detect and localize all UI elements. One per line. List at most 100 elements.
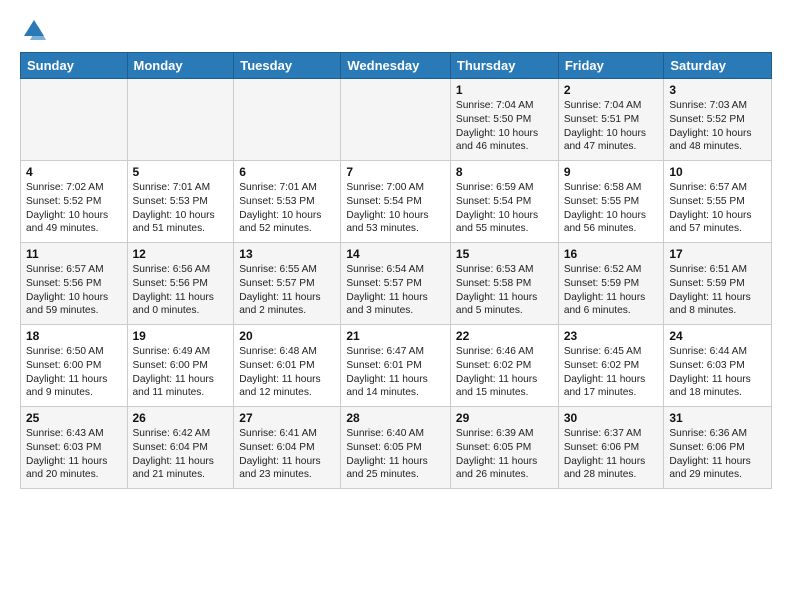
calendar-cell: 28 Sunrise: 6:40 AM Sunset: 6:05 PM Dayli… xyxy=(341,407,451,489)
page-header xyxy=(20,16,772,44)
day-info: Sunrise: 6:42 AM Sunset: 6:04 PM Dayligh… xyxy=(133,427,229,482)
day-number: 20 xyxy=(239,329,335,343)
week-row-2: 4Sunrise: 7:02 AM Sunset: 5:52 PM Daylig… xyxy=(21,161,772,243)
day-number: 2 xyxy=(564,83,659,97)
day-number: 10 xyxy=(669,165,766,179)
day-number: 1 xyxy=(456,83,553,97)
calendar-cell xyxy=(234,79,341,161)
day-info: Sunrise: 6:49 AM Sunset: 6:00 PM Dayligh… xyxy=(133,345,229,400)
calendar-cell: 15 Sunrise: 6:53 AM Sunset: 5:58 PM Dayli… xyxy=(450,243,558,325)
calendar-cell: 3Sunrise: 7:03 AM Sunset: 5:52 PM Daylig… xyxy=(664,79,772,161)
week-row-4: 18 Sunrise: 6:50 AM Sunset: 6:00 PM Dayli… xyxy=(21,325,772,407)
calendar-cell: 11 Sunrise: 6:57 AM Sunset: 5:56 PM Dayli… xyxy=(21,243,128,325)
day-number: 26 xyxy=(133,411,229,425)
calendar-cell xyxy=(21,79,128,161)
day-info: Sunrise: 6:48 AM Sunset: 6:01 PM Dayligh… xyxy=(239,345,335,400)
day-number: 19 xyxy=(133,329,229,343)
day-info: Sunrise: 6:45 AM Sunset: 6:02 PM Dayligh… xyxy=(564,345,659,400)
day-number: 27 xyxy=(239,411,335,425)
column-header-friday: Friday xyxy=(558,53,664,79)
day-info: Sunrise: 7:00 AM Sunset: 5:54 PM Dayligh… xyxy=(346,181,445,236)
calendar-cell: 8 Sunrise: 6:59 AM Sunset: 5:54 PM Daylig… xyxy=(450,161,558,243)
day-info: Sunrise: 6:46 AM Sunset: 6:02 PM Dayligh… xyxy=(456,345,553,400)
calendar-cell: 29 Sunrise: 6:39 AM Sunset: 6:05 PM Dayli… xyxy=(450,407,558,489)
calendar-cell: 18 Sunrise: 6:50 AM Sunset: 6:00 PM Dayli… xyxy=(21,325,128,407)
calendar-cell: 12 Sunrise: 6:56 AM Sunset: 5:56 PM Dayli… xyxy=(127,243,234,325)
calendar-cell: 26 Sunrise: 6:42 AM Sunset: 6:04 PM Dayli… xyxy=(127,407,234,489)
day-number: 13 xyxy=(239,247,335,261)
day-number: 8 xyxy=(456,165,553,179)
calendar-cell: 19 Sunrise: 6:49 AM Sunset: 6:00 PM Dayli… xyxy=(127,325,234,407)
day-number: 12 xyxy=(133,247,229,261)
day-info: Sunrise: 7:01 AM Sunset: 5:53 PM Dayligh… xyxy=(239,181,335,236)
day-number: 17 xyxy=(669,247,766,261)
day-info: Sunrise: 6:57 AM Sunset: 5:55 PM Dayligh… xyxy=(669,181,766,236)
day-info: Sunrise: 6:56 AM Sunset: 5:56 PM Dayligh… xyxy=(133,263,229,318)
calendar-cell: 9 Sunrise: 6:58 AM Sunset: 5:55 PM Daylig… xyxy=(558,161,664,243)
column-header-monday: Monday xyxy=(127,53,234,79)
day-info: Sunrise: 6:55 AM Sunset: 5:57 PM Dayligh… xyxy=(239,263,335,318)
calendar-cell: 25 Sunrise: 6:43 AM Sunset: 6:03 PM Dayli… xyxy=(21,407,128,489)
calendar-cell: 13 Sunrise: 6:55 AM Sunset: 5:57 PM Dayli… xyxy=(234,243,341,325)
day-info: Sunrise: 7:04 AM Sunset: 5:50 PM Dayligh… xyxy=(456,99,553,154)
calendar-cell xyxy=(341,79,451,161)
day-info: Sunrise: 6:50 AM Sunset: 6:00 PM Dayligh… xyxy=(26,345,122,400)
day-info: Sunrise: 6:52 AM Sunset: 5:59 PM Dayligh… xyxy=(564,263,659,318)
calendar-cell: 16 Sunrise: 6:52 AM Sunset: 5:59 PM Dayli… xyxy=(558,243,664,325)
column-header-saturday: Saturday xyxy=(664,53,772,79)
calendar-cell: 20 Sunrise: 6:48 AM Sunset: 6:01 PM Dayli… xyxy=(234,325,341,407)
logo-icon xyxy=(20,16,48,44)
calendar-cell: 22 Sunrise: 6:46 AM Sunset: 6:02 PM Dayli… xyxy=(450,325,558,407)
day-info: Sunrise: 7:01 AM Sunset: 5:53 PM Dayligh… xyxy=(133,181,229,236)
day-number: 7 xyxy=(346,165,445,179)
calendar-cell: 1 Sunrise: 7:04 AM Sunset: 5:50 PM Daylig… xyxy=(450,79,558,161)
week-row-3: 11 Sunrise: 6:57 AM Sunset: 5:56 PM Dayli… xyxy=(21,243,772,325)
calendar-cell: 14Sunrise: 6:54 AM Sunset: 5:57 PM Dayli… xyxy=(341,243,451,325)
day-info: Sunrise: 6:53 AM Sunset: 5:58 PM Dayligh… xyxy=(456,263,553,318)
day-number: 25 xyxy=(26,411,122,425)
day-info: Sunrise: 6:58 AM Sunset: 5:55 PM Dayligh… xyxy=(564,181,659,236)
logo xyxy=(20,16,52,44)
day-info: Sunrise: 6:39 AM Sunset: 6:05 PM Dayligh… xyxy=(456,427,553,482)
calendar-cell: 23 Sunrise: 6:45 AM Sunset: 6:02 PM Dayli… xyxy=(558,325,664,407)
day-number: 21 xyxy=(346,329,445,343)
column-header-thursday: Thursday xyxy=(450,53,558,79)
day-info: Sunrise: 6:59 AM Sunset: 5:54 PM Dayligh… xyxy=(456,181,553,236)
day-info: Sunrise: 7:04 AM Sunset: 5:51 PM Dayligh… xyxy=(564,99,659,154)
day-info: Sunrise: 6:47 AM Sunset: 6:01 PM Dayligh… xyxy=(346,345,445,400)
day-info: Sunrise: 6:57 AM Sunset: 5:56 PM Dayligh… xyxy=(26,263,122,318)
day-number: 4 xyxy=(26,165,122,179)
day-number: 22 xyxy=(456,329,553,343)
day-info: Sunrise: 6:51 AM Sunset: 5:59 PM Dayligh… xyxy=(669,263,766,318)
day-number: 14 xyxy=(346,247,445,261)
day-number: 18 xyxy=(26,329,122,343)
calendar-cell: 10 Sunrise: 6:57 AM Sunset: 5:55 PM Dayli… xyxy=(664,161,772,243)
day-info: Sunrise: 6:40 AM Sunset: 6:05 PM Dayligh… xyxy=(346,427,445,482)
calendar-cell: 21 Sunrise: 6:47 AM Sunset: 6:01 PM Dayli… xyxy=(341,325,451,407)
day-number: 28 xyxy=(346,411,445,425)
column-header-sunday: Sunday xyxy=(21,53,128,79)
column-header-tuesday: Tuesday xyxy=(234,53,341,79)
day-number: 3 xyxy=(669,83,766,97)
calendar-cell xyxy=(127,79,234,161)
calendar-cell: 2 Sunrise: 7:04 AM Sunset: 5:51 PM Daylig… xyxy=(558,79,664,161)
day-number: 11 xyxy=(26,247,122,261)
day-number: 16 xyxy=(564,247,659,261)
day-number: 5 xyxy=(133,165,229,179)
day-number: 15 xyxy=(456,247,553,261)
day-info: Sunrise: 6:37 AM Sunset: 6:06 PM Dayligh… xyxy=(564,427,659,482)
day-info: Sunrise: 6:43 AM Sunset: 6:03 PM Dayligh… xyxy=(26,427,122,482)
day-number: 24 xyxy=(669,329,766,343)
day-number: 23 xyxy=(564,329,659,343)
day-number: 29 xyxy=(456,411,553,425)
day-number: 30 xyxy=(564,411,659,425)
day-number: 9 xyxy=(564,165,659,179)
day-number: 6 xyxy=(239,165,335,179)
calendar-cell: 7 Sunrise: 7:00 AM Sunset: 5:54 PM Daylig… xyxy=(341,161,451,243)
calendar-cell: 5 Sunrise: 7:01 AM Sunset: 5:53 PM Daylig… xyxy=(127,161,234,243)
week-row-5: 25 Sunrise: 6:43 AM Sunset: 6:03 PM Dayli… xyxy=(21,407,772,489)
calendar-header-row: SundayMondayTuesdayWednesdayThursdayFrid… xyxy=(21,53,772,79)
day-info: Sunrise: 6:36 AM Sunset: 6:06 PM Dayligh… xyxy=(669,427,766,482)
calendar-table: SundayMondayTuesdayWednesdayThursdayFrid… xyxy=(20,52,772,489)
calendar-cell: 30 Sunrise: 6:37 AM Sunset: 6:06 PM Dayli… xyxy=(558,407,664,489)
